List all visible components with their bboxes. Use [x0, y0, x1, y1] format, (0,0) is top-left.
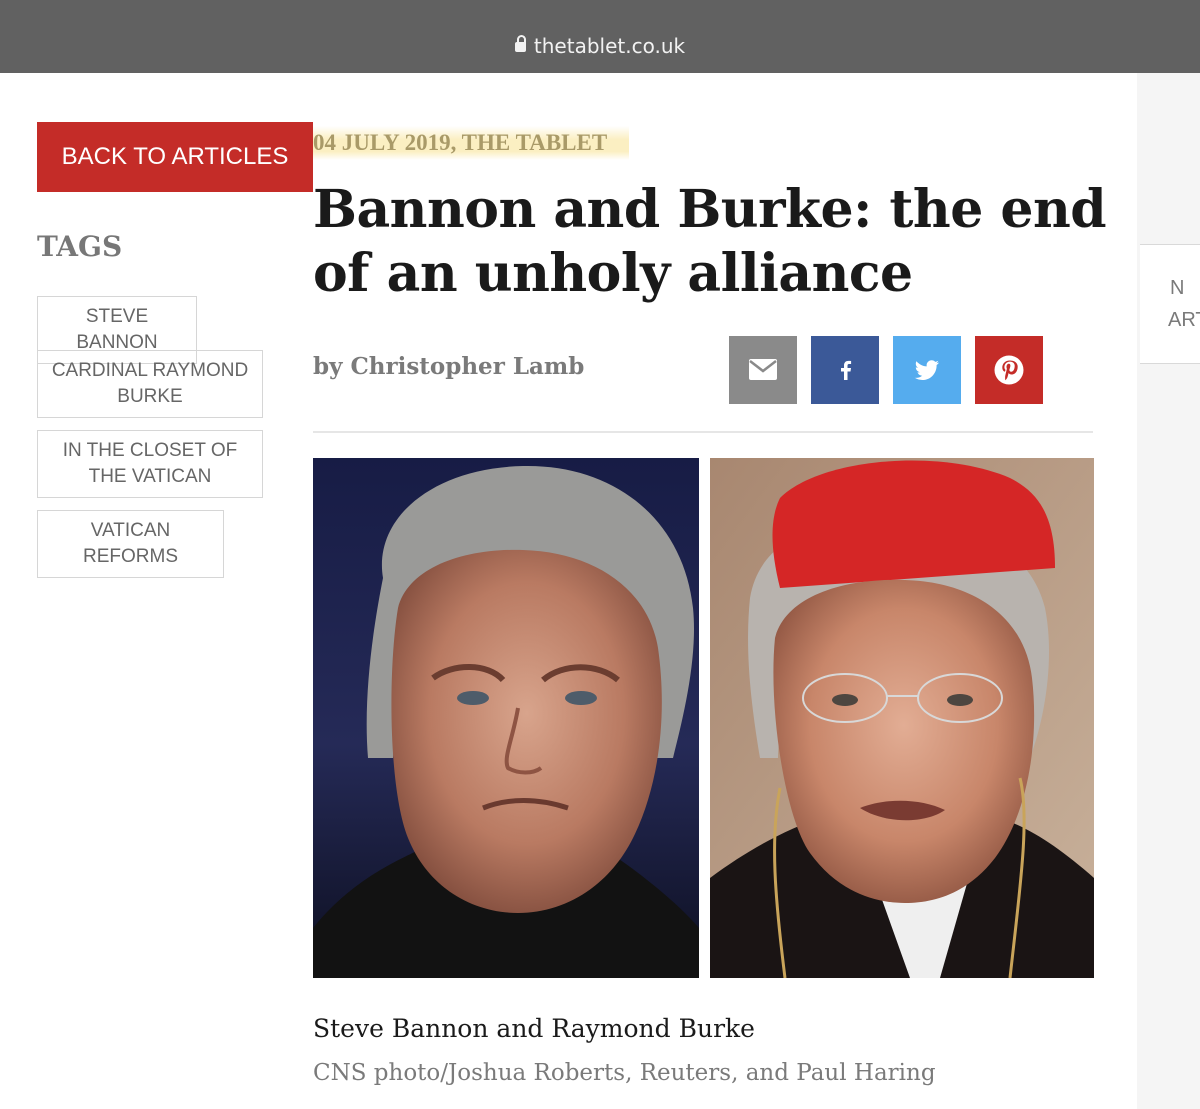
right-panel [1137, 73, 1200, 1109]
pinterest-icon [975, 336, 1043, 404]
share-email-button[interactable] [729, 336, 797, 404]
mail-icon [729, 336, 797, 404]
lock-icon [514, 34, 526, 52]
url-text: thetablet.co.uk [533, 34, 686, 58]
share-twitter-button[interactable] [893, 336, 961, 404]
article-headline: Bannon and Burke: the end of an unholy a… [313, 179, 1107, 304]
tags-heading: TAGS [37, 230, 123, 263]
right-panel-card[interactable]: N ART [1140, 244, 1200, 364]
photo-steve-bannon [313, 458, 699, 978]
photo-credit: CNS photo/Joshua Roberts, Reuters, and P… [313, 1060, 936, 1086]
tag-in-the-closet-of-the-vatican[interactable]: IN THE CLOSET OF THE VATICAN [37, 430, 263, 498]
browser-address-bar: thetablet.co.uk [0, 0, 1200, 73]
tag-cardinal-raymond-burke[interactable]: CARDINAL RAYMOND BURKE [37, 350, 263, 418]
back-to-articles-button[interactable]: BACK TO ARTICLES [37, 122, 313, 192]
url-display[interactable]: thetablet.co.uk [0, 34, 1200, 58]
article-dateline: 04 JULY 2019, THE TABLET [313, 126, 630, 160]
photo-caption: Steve Bannon and Raymond Burke [313, 1014, 755, 1043]
divider [313, 431, 1093, 433]
right-panel-line2: ART [1168, 309, 1200, 331]
photo-raymond-burke [710, 458, 1094, 978]
tag-vatican-reforms[interactable]: VATICAN REFORMS [37, 510, 224, 578]
right-panel-line1: N [1170, 277, 1185, 299]
article-byline: by Christopher Lamb [313, 353, 585, 380]
share-facebook-button[interactable] [811, 336, 879, 404]
twitter-icon [893, 336, 961, 404]
facebook-icon [811, 336, 879, 404]
share-pinterest-button[interactable] [975, 336, 1043, 404]
